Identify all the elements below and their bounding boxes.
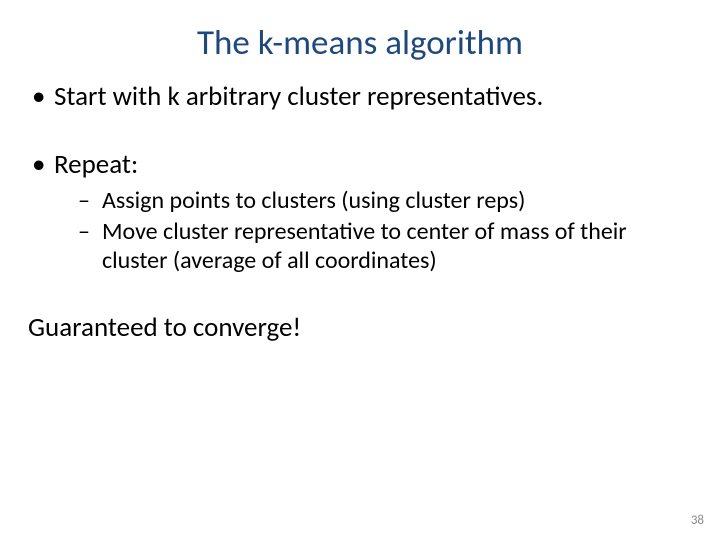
bullet-text: Start with k arbitrary cluster represent…: [54, 80, 543, 113]
slide-body: Start with k arbitrary cluster represent…: [0, 64, 720, 345]
page-number: 38: [691, 513, 704, 528]
sub-bullet-item: Move cluster representative to center of…: [54, 217, 692, 276]
slide-title: The k-means algorithm: [0, 0, 720, 64]
sub-bullet-text: Assign points to clusters (using cluster…: [102, 186, 525, 215]
bullet-item: Repeat: Assign points to clusters (using…: [28, 148, 692, 276]
bullet-item: Start with k arbitrary cluster represent…: [28, 80, 692, 114]
sub-bullet-list: Assign points to clusters (using cluster…: [54, 186, 692, 276]
closing-text: Guaranteed to converge!: [28, 311, 692, 345]
slide: The k-means algorithm Start with k arbit…: [0, 0, 720, 540]
bullet-list: Start with k arbitrary cluster represent…: [28, 80, 692, 275]
sub-bullet-text: Move cluster representative to center of…: [102, 217, 627, 275]
sub-bullet-item: Assign points to clusters (using cluster…: [54, 186, 692, 215]
bullet-text: Repeat:: [54, 148, 138, 181]
